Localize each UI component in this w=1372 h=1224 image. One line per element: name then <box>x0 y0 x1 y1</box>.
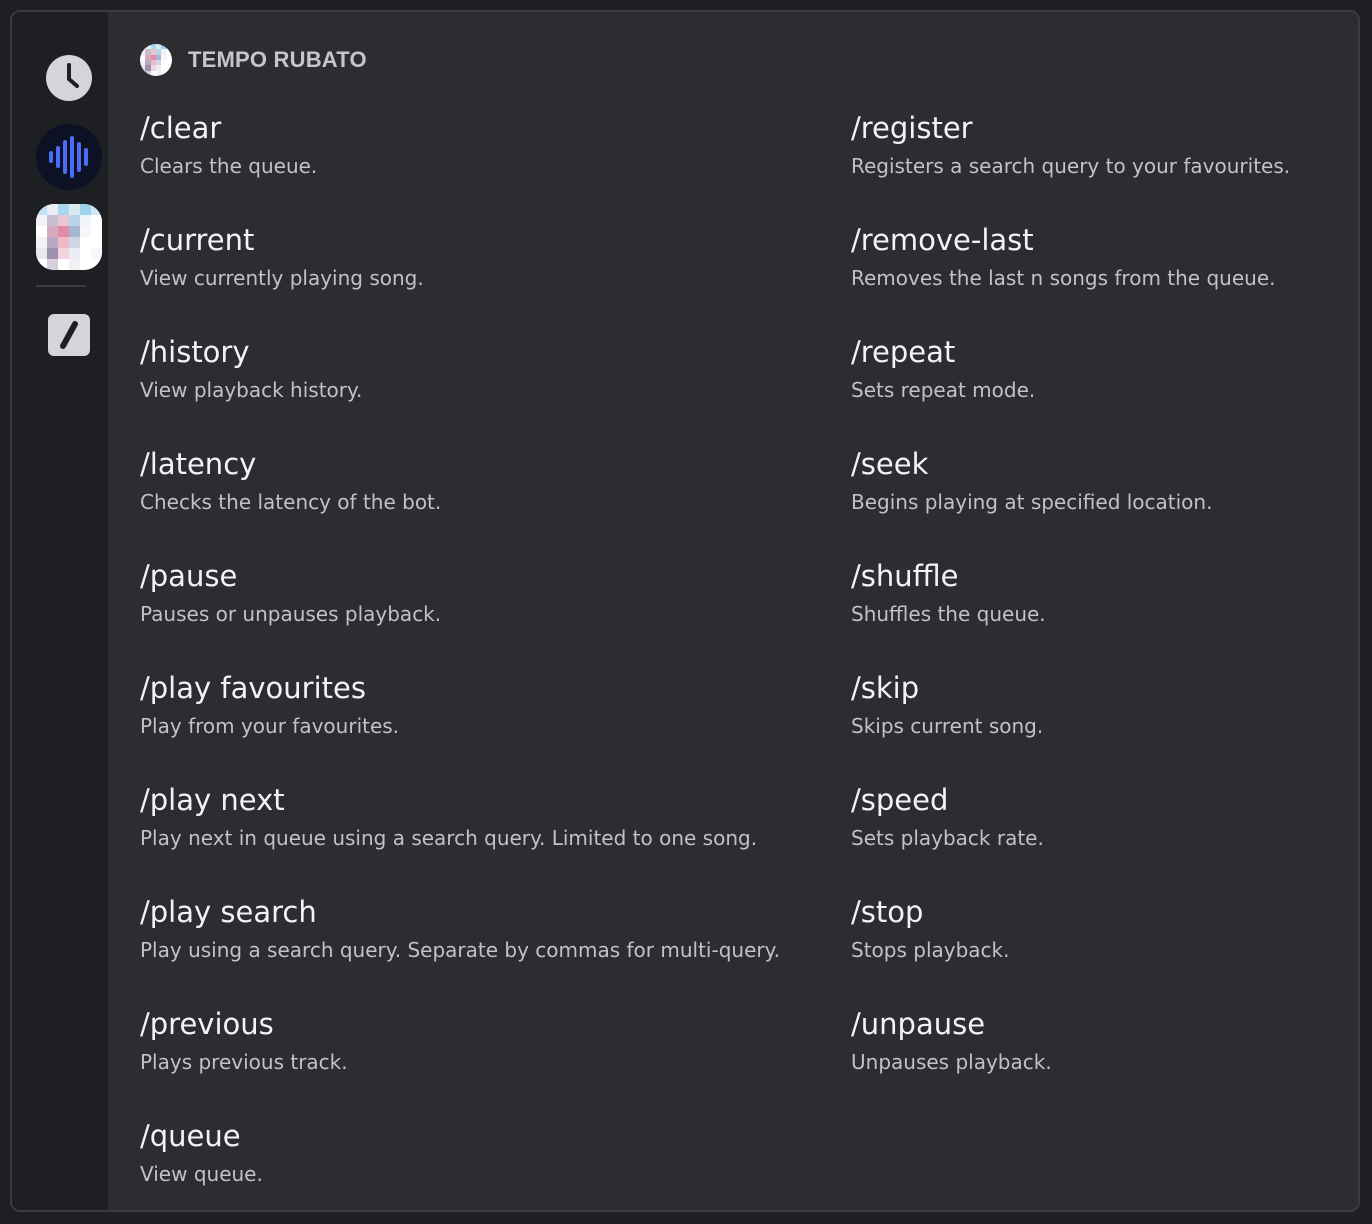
command-description: View playback history. <box>140 378 363 402</box>
command-name: /play search <box>140 895 317 929</box>
command-name: /clear <box>140 111 222 145</box>
app-button[interactable] <box>36 204 102 270</box>
command-item-speed[interactable]: /speed Sets playback rate. <box>851 782 1351 852</box>
command-item-shuffle[interactable]: /shuffle Shuffles the queue. <box>851 558 1351 628</box>
app-header: TEMPO RUBATO <box>140 44 367 76</box>
app-icon <box>36 204 102 270</box>
command-item-play-favourites[interactable]: /play favourites Play from your favourit… <box>140 670 820 740</box>
slash-commands-button[interactable] <box>48 314 90 356</box>
command-item-register[interactable]: /register Registers a search query to yo… <box>851 110 1351 180</box>
command-item-skip[interactable]: /skip Skips current song. <box>851 670 1351 740</box>
command-item-stop[interactable]: /stop Stops playback. <box>851 894 1351 964</box>
command-item-repeat[interactable]: /repeat Sets repeat mode. <box>851 334 1351 404</box>
command-item-pause[interactable]: /pause Pauses or unpauses playback. <box>140 558 820 628</box>
command-item-clear[interactable]: /clear Clears the queue. <box>140 110 820 180</box>
command-name: /previous <box>140 1007 274 1041</box>
command-name: /speed <box>851 783 949 817</box>
command-item-latency[interactable]: /latency Checks the latency of the bot. <box>140 446 820 516</box>
command-description: Begins playing at specified location. <box>851 490 1213 514</box>
command-item-current[interactable]: /current View currently playing song. <box>140 222 820 292</box>
audio-bot-button[interactable] <box>36 124 102 190</box>
command-description: Play from your favourites. <box>140 714 400 738</box>
command-description: Sets playback rate. <box>851 826 1044 850</box>
recent-button[interactable] <box>46 55 92 101</box>
command-description: Unpauses playback. <box>851 1050 1052 1074</box>
command-description: Shuffles the queue. <box>851 602 1046 626</box>
command-description: Stops playback. <box>851 938 1010 962</box>
command-description: Plays previous track. <box>140 1050 348 1074</box>
command-description: Play next in queue using a search query.… <box>140 826 758 850</box>
command-name: /queue <box>140 1119 241 1153</box>
app-avatar-icon <box>140 44 172 76</box>
command-name: /current <box>140 223 255 257</box>
command-name: /stop <box>851 895 924 929</box>
command-description: Registers a search query to your favouri… <box>851 154 1291 178</box>
command-name: /remove-last <box>851 223 1034 257</box>
command-name: /register <box>851 111 973 145</box>
command-name: /repeat <box>851 335 956 369</box>
app-rail <box>12 12 108 1210</box>
command-name: /history <box>140 335 250 369</box>
command-description: View queue. <box>140 1162 263 1186</box>
command-picker-window: TEMPO RUBATO /clear Clears the queue. /c… <box>10 10 1360 1212</box>
recent-icon <box>67 63 79 88</box>
command-item-unpause[interactable]: /unpause Unpauses playback. <box>851 1006 1351 1076</box>
command-name: /play next <box>140 783 285 817</box>
command-description: Skips current song. <box>851 714 1044 738</box>
slash-commands-icon <box>60 321 78 349</box>
command-name: /skip <box>851 671 920 705</box>
command-item-seek[interactable]: /seek Begins playing at specified locati… <box>851 446 1351 516</box>
command-description: Sets repeat mode. <box>851 378 1036 402</box>
command-item-history[interactable]: /history View playback history. <box>140 334 820 404</box>
command-description: Removes the last n songs from the queue. <box>851 266 1276 290</box>
command-item-previous[interactable]: /previous Plays previous track. <box>140 1006 820 1076</box>
command-item-play-search[interactable]: /play search Play using a search query. … <box>140 894 820 964</box>
command-name: /play favourites <box>140 671 366 705</box>
command-list-panel: TEMPO RUBATO /clear Clears the queue. /c… <box>140 12 1358 1210</box>
command-description: Play using a search query. Separate by c… <box>140 938 780 962</box>
command-item-play-next[interactable]: /play next Play next in queue using a se… <box>140 782 820 852</box>
command-name: /unpause <box>851 1007 986 1041</box>
app-title: TEMPO RUBATO <box>188 47 367 72</box>
command-description: View currently playing song. <box>140 266 424 290</box>
command-description: Pauses or unpauses playback. <box>140 602 442 626</box>
command-name: /latency <box>140 447 257 481</box>
command-name: /pause <box>140 559 238 593</box>
command-name: /shuffle <box>851 559 959 593</box>
command-item-queue[interactable]: /queue View queue. <box>140 1118 820 1188</box>
command-item-remove-last[interactable]: /remove-last Removes the last n songs fr… <box>851 222 1351 292</box>
audio-wave-icon <box>49 136 88 178</box>
command-name: /seek <box>851 447 929 481</box>
rail-separator <box>36 285 86 287</box>
command-description: Checks the latency of the bot. <box>140 490 442 514</box>
command-description: Clears the queue. <box>140 154 318 178</box>
